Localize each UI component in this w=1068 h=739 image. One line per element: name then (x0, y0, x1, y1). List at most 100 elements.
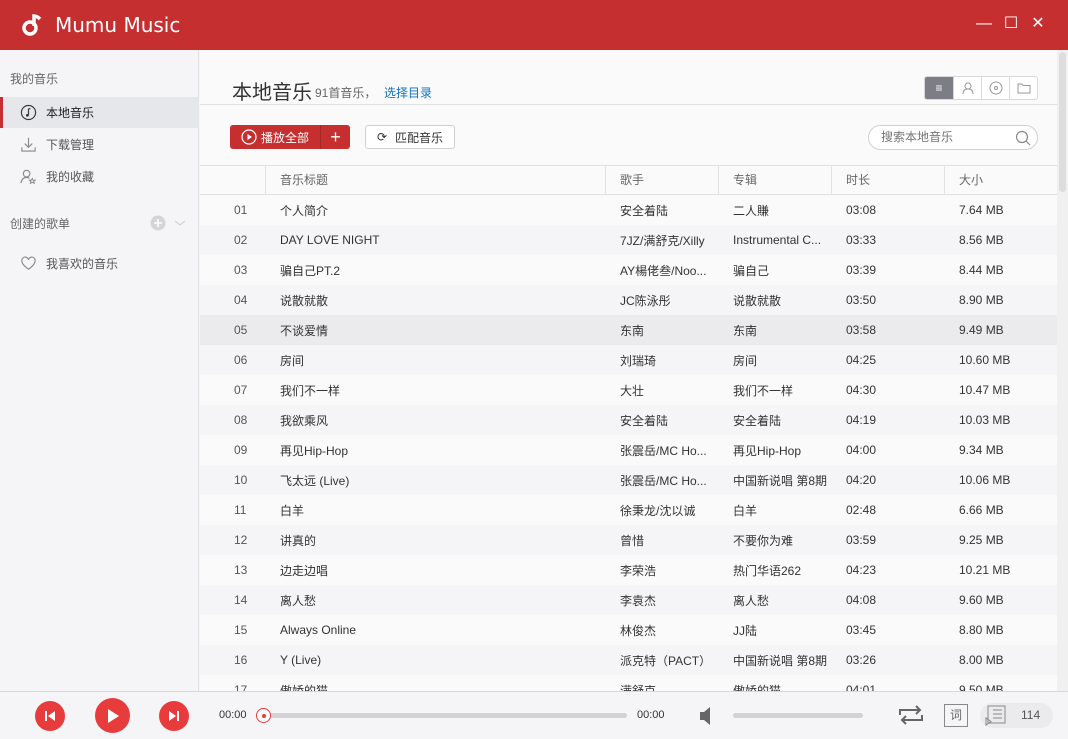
table-row[interactable]: 05 不谈爱情 东南 东南 03:58 9.49 MB (200, 315, 1057, 345)
scrollbar-thumb[interactable] (1059, 52, 1066, 192)
table-row[interactable]: 16 Y (Live) 派克特（PACT） 中国新说唱 第8期 03:26 8.00 MB (200, 645, 1057, 675)
track-number: 03 (234, 263, 248, 277)
table-row[interactable]: 02 DAY LOVE NIGHT 7JZ/满舒克/Xilly Instrumenta… (200, 225, 1057, 255)
track-number: 17 (234, 683, 248, 691)
progress-knob[interactable] (256, 708, 271, 723)
track-number: 11 (234, 503, 247, 517)
next-button[interactable] (159, 701, 189, 731)
column-size[interactable]: 大小 (944, 165, 1057, 195)
album: 说散就散 (733, 293, 782, 308)
sidebar-item-label: 我喜欢的音乐 (46, 257, 119, 271)
table-row[interactable]: 03 骗自己PT.2 AY楊佬叁/Noo... 骗自己 03:39 8.44 MB (200, 255, 1057, 285)
volume-slider[interactable] (733, 713, 863, 718)
table-row[interactable]: 10 飞太远 (Live) 张震岳/MC Ho... 中国新说唱 第8期 04:20 10… (200, 465, 1057, 495)
repeat-icon[interactable] (897, 704, 925, 726)
table-row[interactable]: 15 Always Online 林俊杰 JJ陆 03:45 8.80 MB (200, 615, 1057, 645)
close-button[interactable]: ✕ (1029, 15, 1047, 33)
column-duration[interactable]: 时长 (831, 165, 944, 195)
table-row[interactable]: 01 个人简介 安全着陆 二人賺 03:08 7.64 MB (200, 195, 1057, 225)
folder-view-icon[interactable] (1009, 77, 1037, 99)
play-circle-icon (241, 129, 257, 145)
duration: 03:08 (846, 203, 877, 217)
table-row[interactable]: 11 白羊 徐秉龙/沈以诚 白羊 02:48 6.66 MB (200, 495, 1057, 525)
duration: 03:26 (846, 653, 877, 667)
scrollbar[interactable] (1057, 50, 1068, 691)
song-title: 白羊 (280, 503, 305, 518)
song-title: 边走边唱 (280, 563, 329, 578)
album: Instrumental C... (733, 233, 822, 247)
table-row[interactable]: 09 再见Hip-Hop 张震岳/MC Ho... 再见Hip-Hop 04:00 9.3… (200, 435, 1057, 465)
table-row[interactable]: 17 傲娇的猫 满舒克 傲娇的猫 04:01 9.50 MB (200, 675, 1057, 691)
duration: 04:25 (846, 353, 877, 367)
sidebar-item-downloads[interactable]: 下载管理 (0, 129, 199, 160)
table-row[interactable]: 04 说散就散 JC陈泳彤 说散就散 03:50 8.90 MB (200, 285, 1057, 315)
column-title[interactable]: 音乐标题 (265, 165, 605, 195)
track-number: 14 (234, 593, 248, 607)
table-row[interactable]: 08 我欲乘风 安全着陆 安全着陆 04:19 10.03 MB (200, 405, 1057, 435)
song-title: 个人简介 (280, 203, 329, 218)
artist: 安全着陆 (620, 203, 669, 218)
volume-icon[interactable] (699, 705, 713, 727)
album: 东南 (733, 323, 758, 338)
play-all-button[interactable]: 播放全部 (230, 125, 321, 149)
file-size: 6.66 MB (959, 503, 1004, 517)
duration: 03:50 (846, 293, 877, 307)
album-view-icon[interactable] (981, 77, 1009, 99)
column-artist[interactable]: 歌手 (605, 165, 718, 195)
table-body: 01 个人简介 安全着陆 二人賺 03:08 7.64 MB 02 DAY LOVE NIGH… (200, 195, 1057, 691)
table-row[interactable]: 07 我们不一样 大壮 我们不一样 04:30 10.47 MB (200, 375, 1057, 405)
play-all-button-group: 播放全部 + (230, 125, 350, 149)
song-title: 骗自己PT.2 (280, 263, 341, 278)
artist: 李荣浩 (620, 563, 657, 578)
album: 房间 (733, 353, 758, 368)
total-time: 00:00 (637, 709, 665, 721)
list-view-icon[interactable]: ≡ (925, 77, 953, 99)
song-title: 房间 (280, 353, 305, 368)
add-to-playlist-button[interactable]: + (321, 126, 350, 148)
file-size: 9.25 MB (959, 533, 1004, 547)
track-number: 12 (234, 533, 248, 547)
search-input[interactable] (881, 126, 1011, 149)
album: 二人賺 (733, 203, 770, 218)
table-row[interactable]: 14 离人愁 李袁杰 离人愁 04:08 9.60 MB (200, 585, 1057, 615)
sidebar-item-liked-music[interactable]: 我喜欢的音乐 (0, 248, 199, 279)
table-row[interactable]: 12 讲真的 曾惜 不要你为难 03:59 9.25 MB (200, 525, 1057, 555)
table-row[interactable]: 06 房间 刘瑞琦 房间 04:25 10.60 MB (200, 345, 1057, 375)
song-title: 再见Hip-Hop (280, 443, 349, 458)
sidebar-item-label: 我的收藏 (46, 170, 95, 184)
refresh-icon: ⟳ (376, 130, 388, 144)
lyrics-button[interactable]: 词 (944, 704, 968, 727)
maximize-button[interactable]: ☐ (1002, 15, 1020, 33)
previous-button[interactable] (35, 701, 65, 731)
progress-slider[interactable] (262, 713, 627, 718)
playlist-button[interactable]: 114 (980, 703, 1053, 728)
choose-directory-link[interactable]: 选择目录 (384, 84, 432, 101)
sidebar-item-local-music[interactable]: 本地音乐 (0, 97, 199, 128)
album: 离人愁 (733, 593, 770, 608)
add-playlist-icon[interactable] (150, 215, 166, 231)
search-icon[interactable] (1015, 130, 1031, 146)
file-size: 9.50 MB (959, 683, 1004, 691)
file-size: 10.03 MB (959, 413, 1011, 427)
file-size: 10.06 MB (959, 473, 1011, 487)
duration: 03:33 (846, 233, 877, 247)
table-header: 音乐标题 歌手 专辑 时长 大小 (200, 165, 1057, 195)
match-music-button[interactable]: ⟳ 匹配音乐 (365, 125, 455, 149)
sidebar-item-favorites[interactable]: 我的收藏 (0, 161, 199, 192)
album: 中国新说唱 第8期 (733, 473, 828, 488)
column-album[interactable]: 专辑 (718, 165, 831, 195)
minimize-button[interactable]: — (975, 15, 993, 33)
album: JJ陆 (733, 623, 758, 638)
track-number: 16 (234, 653, 248, 667)
table-row[interactable]: 13 边走边唱 李荣浩 热门华语262 04:23 10.21 MB (200, 555, 1057, 585)
artist: 刘瑞琦 (620, 353, 657, 368)
chevron-down-icon[interactable] (174, 218, 186, 228)
song-title: 离人愁 (280, 593, 317, 608)
track-number: 04 (234, 293, 248, 307)
track-number: 13 (234, 563, 248, 577)
artist-view-icon[interactable] (953, 77, 981, 99)
header-divider (200, 104, 1057, 105)
file-size: 10.60 MB (959, 353, 1011, 367)
play-button[interactable] (95, 698, 130, 733)
duration: 04:00 (846, 443, 877, 457)
